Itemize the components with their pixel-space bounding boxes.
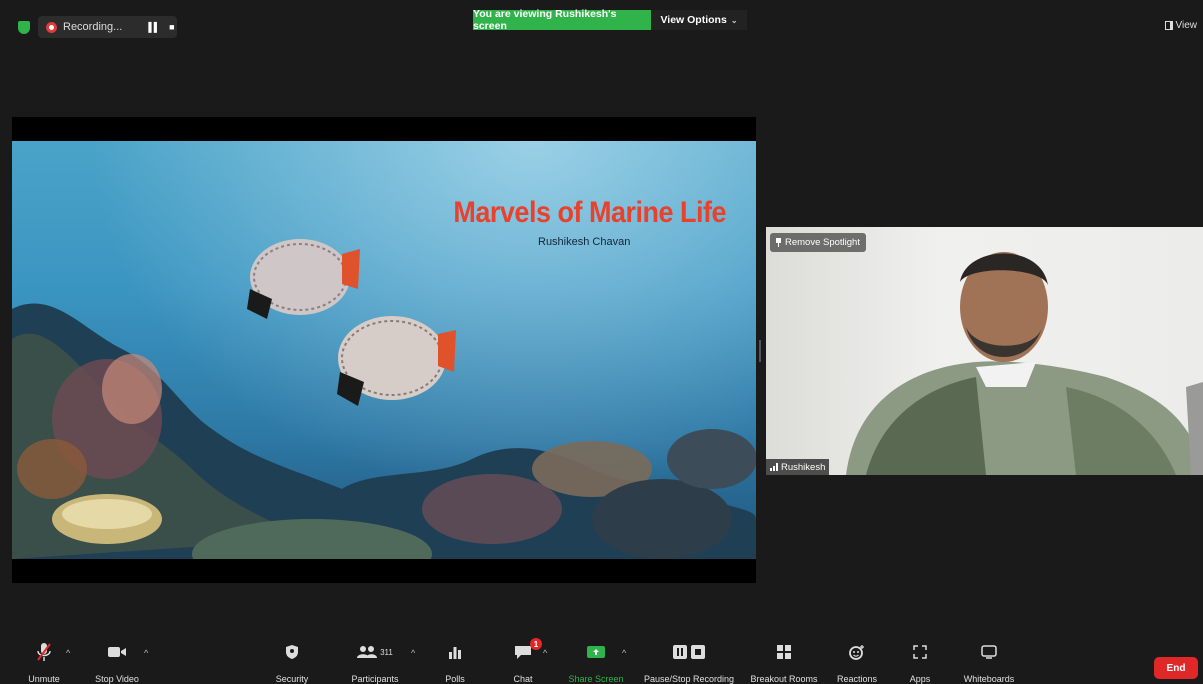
stop-recording-icon[interactable]: ■ bbox=[169, 22, 175, 32]
pin-icon bbox=[776, 238, 781, 247]
breakout-rooms-label: Breakout Rooms bbox=[750, 674, 818, 684]
muted-microphone-icon bbox=[36, 640, 52, 664]
meeting-toolbar: Unmute ^ Stop Video ^ Security 311 Parti… bbox=[0, 638, 1203, 684]
reactions-button[interactable]: Reactions bbox=[834, 640, 880, 684]
shared-screen: Marvels of Marine Life Rushikesh Chavan bbox=[12, 117, 756, 583]
whiteboard-icon bbox=[981, 640, 997, 664]
end-meeting-button[interactable]: End bbox=[1154, 657, 1198, 679]
pause-stop-recording-button[interactable]: Pause/Stop Recording bbox=[638, 640, 740, 684]
share-screen-button[interactable]: Share Screen bbox=[566, 640, 626, 684]
speaker-video: Remove Spotlight Rushikesh bbox=[766, 227, 1203, 475]
participants-label: Participants bbox=[351, 674, 399, 684]
view-label: View bbox=[1175, 20, 1198, 31]
whiteboards-label: Whiteboards bbox=[963, 674, 1015, 684]
participant-name-tag: Rushikesh bbox=[766, 459, 830, 475]
pause-stop-recording-label: Pause/Stop Recording bbox=[643, 674, 735, 684]
participants-icon: 311 bbox=[357, 640, 393, 664]
zoom-meeting-window: Recording... ▌▌ ■ You are viewing Rushik… bbox=[0, 0, 1203, 684]
view-options-label: View Options bbox=[660, 14, 727, 26]
chat-unread-badge: 1 bbox=[530, 638, 542, 650]
share-options-caret-icon[interactable]: ^ bbox=[622, 648, 626, 658]
apps-button[interactable]: Apps bbox=[905, 640, 935, 684]
remove-spotlight-label: Remove Spotlight bbox=[785, 237, 860, 248]
shield-icon bbox=[285, 640, 299, 664]
chat-label: Chat bbox=[513, 674, 533, 684]
encryption-shield-icon[interactable] bbox=[18, 21, 30, 34]
signal-strength-icon bbox=[770, 463, 778, 471]
participants-button[interactable]: 311 Participants bbox=[346, 640, 404, 684]
breakout-rooms-icon bbox=[777, 640, 791, 664]
speaker-image bbox=[846, 252, 1203, 475]
participants-options-caret-icon[interactable]: ^ bbox=[411, 648, 415, 658]
apps-icon bbox=[913, 640, 927, 664]
presentation-slide: Marvels of Marine Life Rushikesh Chavan bbox=[12, 141, 756, 559]
emoji-reaction-icon bbox=[849, 640, 865, 664]
audio-options-caret-icon[interactable]: ^ bbox=[66, 648, 70, 658]
pause-recording-icon[interactable]: ▌▌ bbox=[148, 22, 160, 32]
recording-indicator: Recording... ▌▌ ■ bbox=[38, 16, 177, 38]
share-screen-icon bbox=[586, 640, 606, 664]
participant-name: Rushikesh bbox=[781, 461, 826, 473]
slide-title: Marvels of Marine Life bbox=[453, 195, 726, 229]
recording-icon bbox=[46, 21, 57, 33]
stop-video-button[interactable]: Stop Video bbox=[90, 640, 144, 684]
chat-bubble-icon: 1 bbox=[514, 638, 542, 664]
chat-button[interactable]: 1 Chat bbox=[508, 638, 542, 684]
polls-label: Polls bbox=[445, 674, 465, 684]
apps-label: Apps bbox=[909, 674, 931, 684]
slide-subtitle: Rushikesh Chavan bbox=[538, 236, 631, 248]
security-button[interactable]: Security bbox=[272, 640, 312, 684]
remove-spotlight-button[interactable]: Remove Spotlight bbox=[770, 233, 866, 252]
unmute-button[interactable]: Unmute bbox=[22, 640, 66, 684]
video-options-caret-icon[interactable]: ^ bbox=[144, 648, 148, 658]
breakout-rooms-button[interactable]: Breakout Rooms bbox=[746, 640, 822, 684]
security-label: Security bbox=[275, 674, 309, 684]
resize-handle[interactable] bbox=[759, 340, 761, 362]
view-button[interactable]: View bbox=[1164, 20, 1198, 31]
polls-button[interactable]: Polls bbox=[440, 640, 470, 684]
share-screen-label: Share Screen bbox=[568, 674, 624, 684]
recording-label: Recording... bbox=[63, 21, 123, 33]
chevron-down-icon: ⌄ bbox=[730, 15, 738, 25]
pause-stop-icon bbox=[673, 640, 705, 664]
bar-chart-icon bbox=[448, 640, 462, 664]
stop-video-label: Stop Video bbox=[95, 674, 139, 684]
viewing-screen-banner: You are viewing Rushikesh's screen bbox=[473, 8, 651, 32]
unmute-label: Unmute bbox=[28, 674, 60, 684]
chat-options-caret-icon[interactable]: ^ bbox=[543, 648, 547, 658]
view-options-button[interactable]: View Options ⌄ bbox=[651, 10, 747, 30]
reactions-label: Reactions bbox=[836, 674, 878, 684]
fish-image bbox=[337, 316, 456, 406]
view-layout-icon bbox=[1164, 21, 1173, 30]
video-camera-icon bbox=[107, 640, 127, 664]
whiteboards-button[interactable]: Whiteboards bbox=[958, 640, 1020, 684]
participants-count: 311 bbox=[380, 647, 393, 657]
